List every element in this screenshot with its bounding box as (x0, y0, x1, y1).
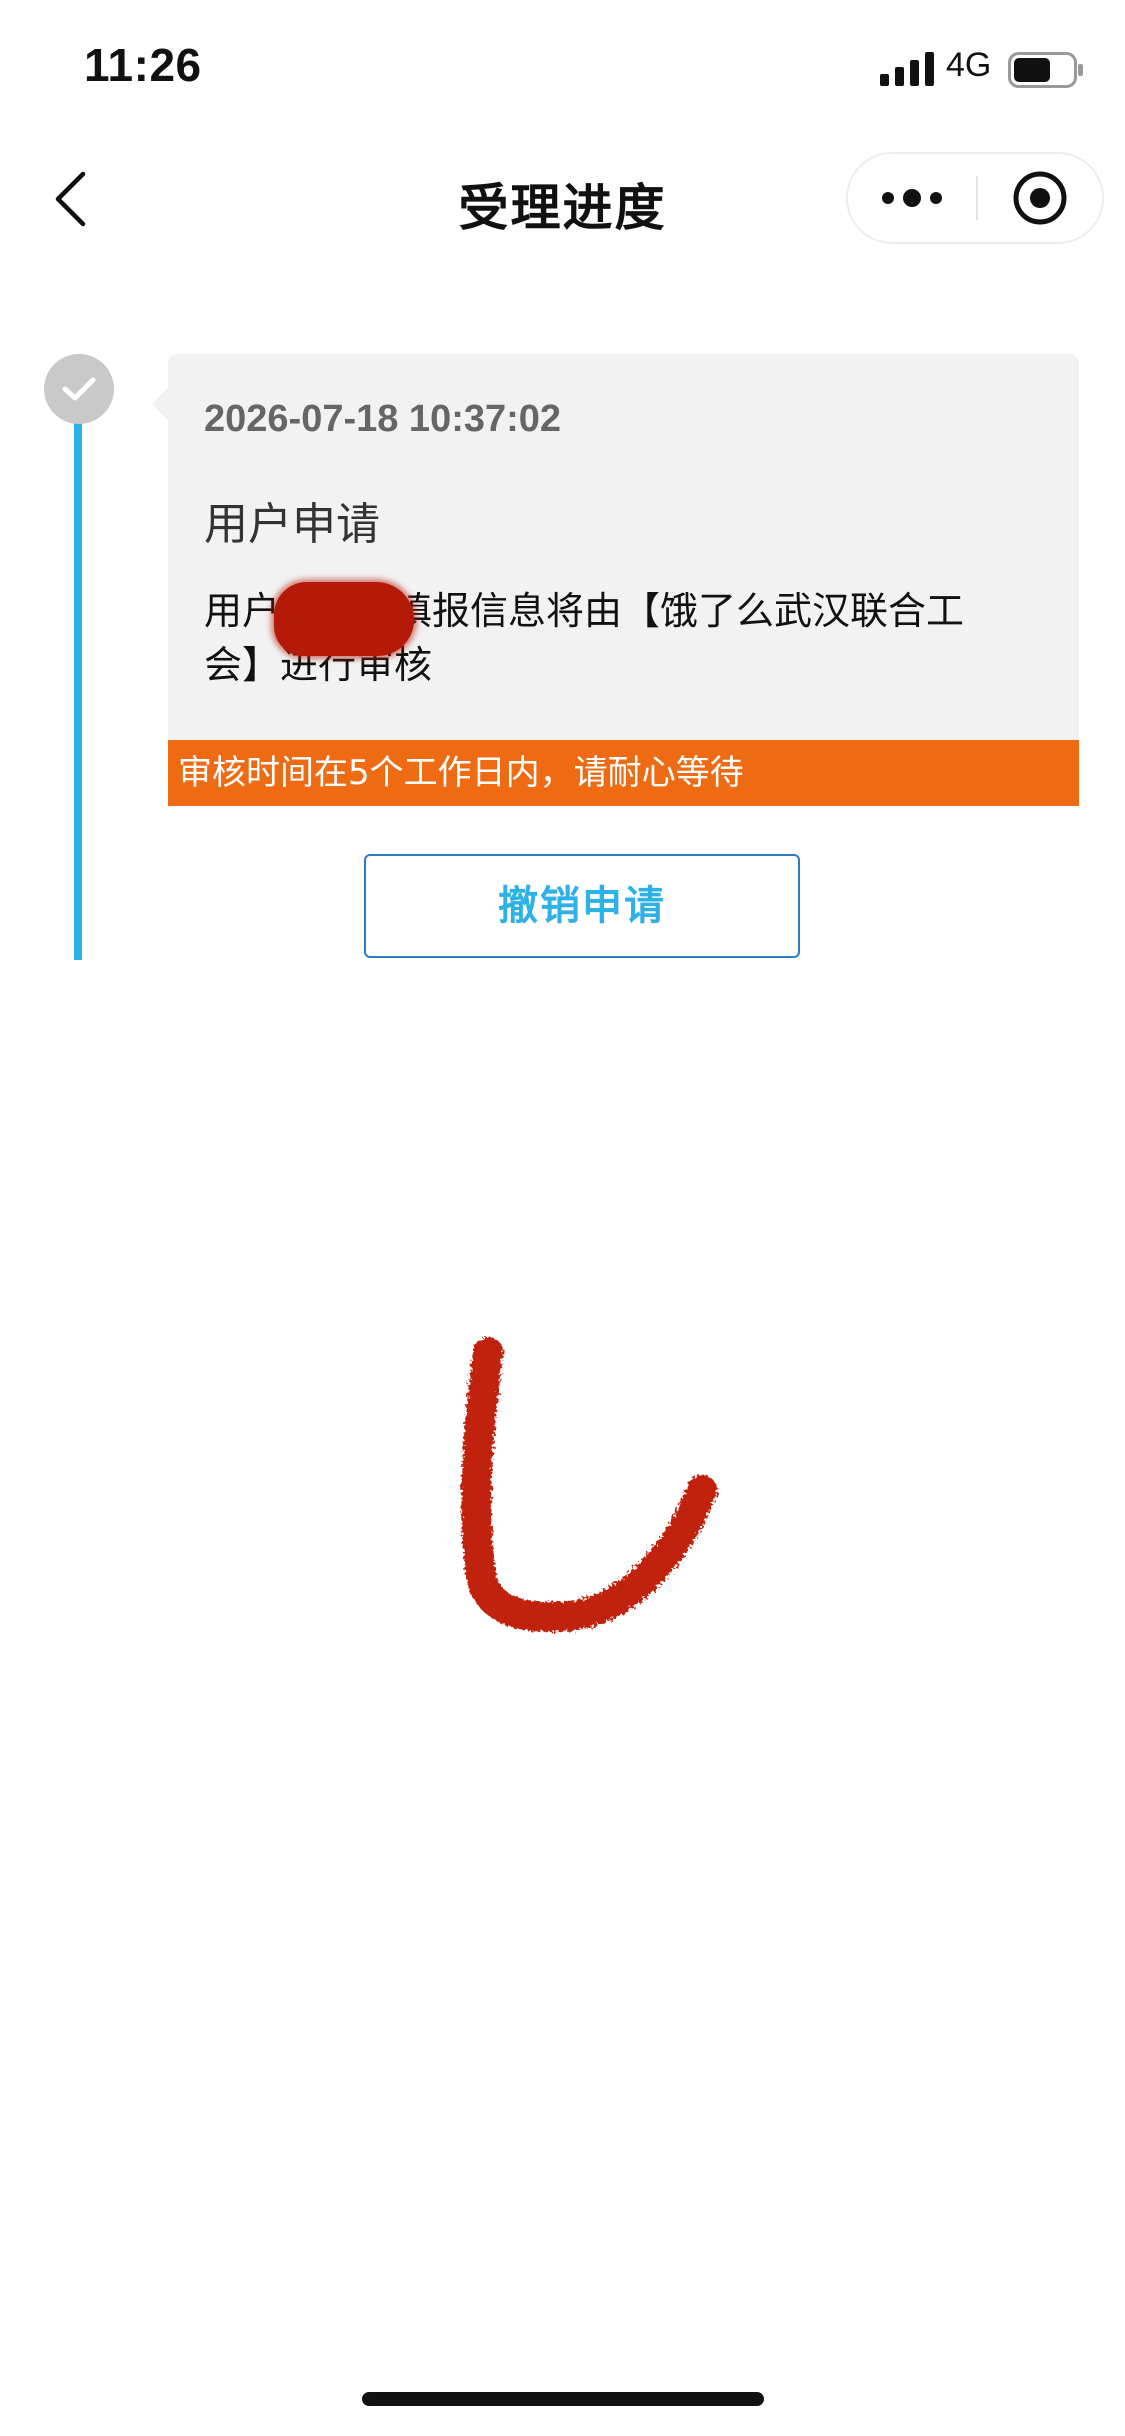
home-indicator[interactable] (362, 2392, 764, 2406)
miniprogram-capsule (846, 152, 1104, 244)
more-button[interactable] (848, 154, 976, 242)
check-icon (62, 377, 96, 401)
more-dots-icon (882, 189, 942, 207)
redaction-mark (274, 582, 414, 656)
timeline-line (74, 420, 82, 960)
red-scribble-annotation (461, 1337, 717, 1632)
entry-timestamp: 2026-07-18 10:37:02 (204, 398, 562, 440)
status-bar: 11:26 4G (0, 0, 1125, 140)
entry-title: 用户申请 (204, 499, 380, 550)
close-miniprogram-button[interactable] (978, 154, 1102, 242)
network-type: 4G (946, 46, 992, 84)
target-circle-icon (1013, 171, 1067, 225)
revoke-application-button[interactable]: 撤销申请 (364, 854, 800, 958)
status-time: 11:26 (84, 39, 202, 91)
battery-icon (1008, 52, 1083, 88)
review-notice-banner: 审核时间在5个工作日内，请耐心等待 (168, 740, 1079, 806)
navigation-bar: 受理进度 (0, 140, 1125, 258)
card-pointer (152, 388, 168, 420)
signal-bars-icon (880, 52, 934, 86)
timeline-node (44, 354, 114, 424)
